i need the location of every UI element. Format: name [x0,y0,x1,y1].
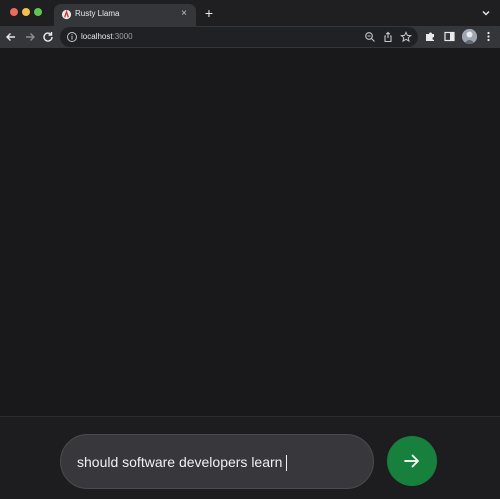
reload-icon[interactable] [41,30,55,44]
tab-title: Rusty Llama [75,9,120,18]
prompt-input[interactable]: should software developers learn [77,435,367,490]
minimize-window-button[interactable] [22,8,30,16]
arrow-right-icon[interactable] [23,30,37,44]
llama-favicon-icon [61,9,72,20]
close-window-button[interactable] [10,8,18,16]
close-tab-button[interactable]: × [178,8,190,20]
arrow-right-icon [404,454,419,468]
chat-messages-area [0,48,500,416]
prompt-text: should software developers learn [77,454,283,470]
url-text: localhost:3000 [81,32,133,41]
prompt-box[interactable]: should software developers learn [60,434,374,489]
avatar[interactable] [462,29,477,44]
share-icon[interactable] [382,31,394,43]
tab-rusty-llama[interactable]: Rusty Llama × [54,4,196,26]
browser-toolbar: localhost:3000 [0,26,500,48]
url-host: localhost [81,32,113,41]
kebab-menu-icon[interactable] [482,30,495,43]
tab-strip: Rusty Llama × + [0,0,500,26]
address-bar[interactable]: localhost:3000 [60,27,418,47]
chat-input-bar: should software developers learn [0,416,500,499]
send-button[interactable] [387,436,437,486]
maximize-window-button[interactable] [34,8,42,16]
browser-window: Rusty Llama × + localhost:3000 should so… [0,0,500,499]
text-caret [286,455,288,472]
puzzle-icon[interactable] [424,30,437,43]
zoom-icon[interactable] [364,31,376,43]
new-tab-button[interactable]: + [202,6,216,20]
star-icon[interactable] [400,31,412,43]
arrow-left-icon[interactable] [4,30,18,44]
info-icon[interactable] [66,31,78,43]
side-panel-icon[interactable] [443,30,456,43]
profile-picture-icon [462,29,477,44]
url-port: :3000 [112,32,133,41]
chevron-down-icon[interactable] [480,7,492,19]
